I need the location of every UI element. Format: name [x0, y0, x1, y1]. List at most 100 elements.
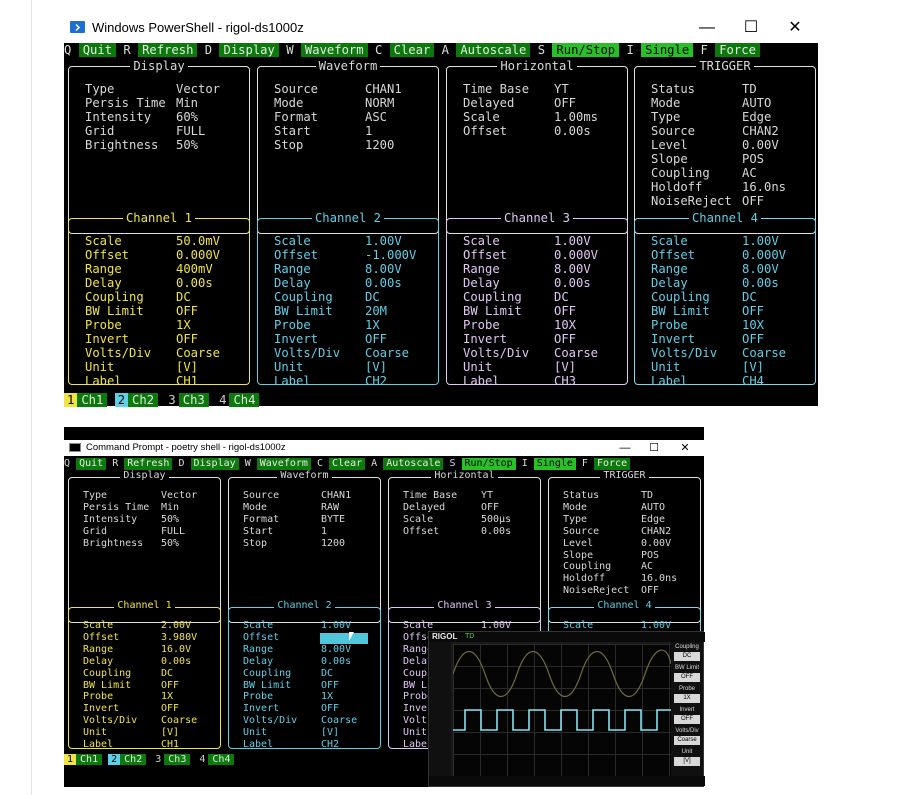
panel-title: Channel 2	[229, 600, 380, 612]
panel-title: Waveform	[229, 470, 380, 482]
field-label: Scale	[83, 620, 114, 631]
field-value: CHAN2	[641, 525, 672, 537]
field-label: Invert	[274, 332, 319, 346]
menu-waveform-button[interactable]: Waveform	[256, 458, 311, 470]
field-label: Coupling	[274, 290, 333, 304]
channel-2-tab[interactable]: Ch2	[128, 393, 159, 407]
menu-single-button[interactable]: Single	[641, 43, 694, 57]
panel-title: Channel 1	[69, 211, 249, 225]
field-label: BW Limit	[463, 304, 522, 318]
field-value: Edge	[641, 513, 666, 525]
field-label: Slope	[563, 549, 594, 561]
scope-brand-logo: RIGOL	[432, 632, 458, 641]
panel-title: TRIGGER	[549, 470, 700, 482]
menu-single-button[interactable]: Single	[533, 458, 576, 470]
field-value: 60%	[176, 110, 199, 124]
maximize-button[interactable]: ☐	[728, 12, 774, 43]
field-value: 16.0ns	[742, 180, 787, 194]
field-label: Offset	[463, 124, 508, 138]
field-value: 1.00ms	[554, 110, 599, 124]
panel-title-text: Channel 2	[274, 600, 335, 611]
field-value: 1.00V	[554, 234, 591, 248]
field-value: CH3	[554, 374, 577, 388]
panel-title: Channel 3	[389, 600, 540, 612]
field-label: NoiseReject	[651, 194, 732, 208]
menu-force-button[interactable]: Force	[715, 43, 760, 57]
field-value: 10X	[554, 318, 577, 332]
menu-display-button[interactable]: Display	[190, 458, 239, 470]
menu-quit-button[interactable]: Quit	[78, 43, 117, 57]
channel-4-tab[interactable]: Ch4	[208, 754, 235, 765]
menu-refresh-button[interactable]: Refresh	[138, 43, 198, 57]
field-value: DC	[161, 667, 174, 679]
panel-title: Horizontal	[389, 470, 540, 482]
field-value: 1X	[365, 318, 380, 332]
oscilloscope-screenshot: RIGOL TD Coupling DC BW Limit OFF Probe 1X Inv…	[428, 631, 705, 787]
field-label: Persis Time	[85, 96, 166, 110]
minimize-button[interactable]: —	[684, 12, 730, 43]
menu-run-stop-button[interactable]: Run/Stop	[461, 458, 516, 470]
menu-display-button[interactable]: Display	[219, 43, 279, 57]
field-value: AUTO	[742, 96, 772, 110]
field-value: YT	[481, 490, 494, 501]
field-label: Offset	[403, 525, 440, 537]
channel-1-panel: Channel 1 Scale 2.00V Offset 3.980V Range 16.0…	[68, 600, 221, 750]
field-value: 1	[321, 525, 328, 537]
field-value: 0.000V	[742, 248, 787, 262]
field-label: Volts/Div	[83, 715, 138, 727]
panel-title: Channel 4	[549, 600, 700, 612]
scope-menu-heading: BW Limit	[675, 665, 699, 671]
channel-1-tab[interactable]: Ch1	[77, 393, 108, 407]
field-label: Scale	[463, 110, 500, 124]
close-button[interactable]: ✕	[772, 12, 818, 43]
field-label: Volts/Div	[463, 346, 530, 360]
field-label: Unit	[274, 360, 304, 374]
close-button[interactable]: ✕	[670, 440, 700, 456]
menu-key: A	[441, 43, 449, 57]
maximize-button[interactable]: ☐	[639, 440, 669, 456]
field-value: Coarse	[176, 346, 221, 360]
field-label: BW Limit	[651, 304, 710, 318]
field-value: 50.0mV	[176, 234, 221, 248]
menu-quit-button[interactable]: Quit	[76, 458, 107, 470]
field-value: 1	[365, 124, 373, 138]
channel-1-tab[interactable]: Ch1	[76, 754, 103, 765]
field-value: CHAN1	[321, 490, 352, 501]
channel-2-tab[interactable]: Ch2	[120, 754, 147, 765]
channel-3-tab[interactable]: Ch3	[178, 393, 209, 407]
field-label: Intensity	[85, 110, 152, 124]
menu-run-stop-button[interactable]: Run/Stop	[552, 43, 620, 57]
field-value: BYTE	[321, 513, 346, 525]
field-label: Level	[651, 138, 688, 152]
menu-force-button[interactable]: Force	[593, 458, 631, 470]
menu-clear-button[interactable]: Clear	[389, 43, 435, 57]
menu-waveform-button[interactable]: Waveform	[300, 43, 368, 57]
minimize-button[interactable]: —	[610, 440, 640, 456]
scope-waveforms	[452, 649, 672, 731]
menu-autoscale-button[interactable]: Autoscale	[383, 458, 444, 470]
scope-channel-bar	[429, 776, 705, 786]
menu-autoscale-button[interactable]: Autoscale	[456, 43, 531, 57]
waveform-panel: Waveform Source CHAN1 Mode NORM Format ASC Star…	[257, 59, 439, 234]
field-value: [V]	[176, 360, 199, 374]
channel-number: 1	[64, 393, 78, 407]
field-label: Volts/Div	[651, 346, 718, 360]
channel-4-tab[interactable]: Ch4	[229, 393, 260, 407]
panel-title-text: Display	[120, 470, 169, 481]
field-label: Slope	[651, 152, 688, 166]
channel-tab-bar: 1 Ch1 2 Ch2 3 Ch3 4 Ch4	[64, 754, 241, 766]
menu-clear-button[interactable]: Clear	[329, 458, 366, 470]
scope-menu-value: Coarse	[674, 736, 700, 745]
field-label: Grid	[85, 124, 115, 138]
offset-edit-field[interactable]	[320, 632, 368, 644]
menu-refresh-button[interactable]: Refresh	[124, 458, 173, 470]
field-value: CHAN1	[365, 82, 402, 96]
field-value: OFF	[742, 332, 765, 346]
channel-3-tab[interactable]: Ch3	[164, 754, 191, 765]
channel-tab-bar: 1 Ch1 2 Ch2 3 Ch3 4 Ch4	[64, 393, 267, 407]
field-label: Invert	[83, 703, 120, 715]
